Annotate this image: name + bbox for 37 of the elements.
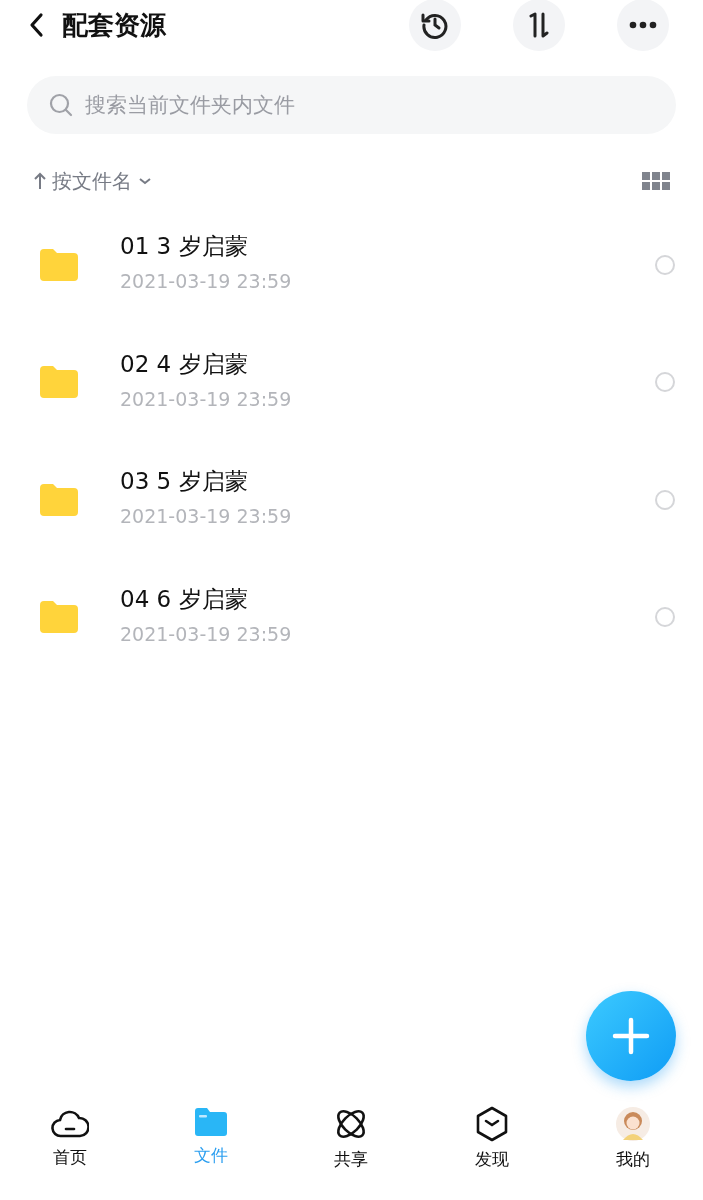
arrow-up-icon [34, 171, 46, 191]
folder-name: 03 5 岁启蒙 [120, 467, 249, 497]
history-button[interactable] [409, 0, 461, 51]
folder-icon [40, 483, 78, 516]
folder-name: 01 3 岁启蒙 [120, 232, 249, 262]
folder-icon [192, 1106, 229, 1138]
folder-name: 04 6 岁启蒙 [120, 584, 249, 614]
select-radio[interactable] [655, 489, 675, 510]
select-radio[interactable] [655, 607, 675, 628]
nav-tab[interactable]: 我的 [587, 1106, 678, 1190]
add-button[interactable] [586, 991, 676, 1081]
folder-date: 2021-03-19 23:59 [120, 387, 293, 410]
back-button[interactable] [28, 12, 44, 38]
sort-by-name-button[interactable]: 按文件名 [34, 167, 152, 195]
folder-date: 2021-03-19 23:59 [120, 622, 293, 645]
grid-view-button[interactable] [642, 172, 670, 190]
more-icon [629, 21, 657, 29]
folder-date: 2021-03-19 23:59 [120, 505, 293, 528]
folder-date: 2021-03-19 23:59 [120, 270, 293, 293]
nav-tab[interactable]: 首页 [25, 1106, 116, 1190]
hexagon-icon [475, 1106, 510, 1142]
folder-name: 02 4 岁启蒙 [120, 349, 249, 379]
avatar-icon [614, 1106, 651, 1142]
nav-tab[interactable]: 共享 [306, 1106, 397, 1190]
search-field[interactable]: 搜索当前文件夹内文件 [27, 76, 676, 134]
page-title: 配套资源 [62, 8, 167, 42]
sort-button[interactable] [513, 0, 565, 51]
select-radio[interactable] [655, 254, 675, 275]
select-radio[interactable] [655, 372, 675, 393]
nav-tab[interactable]: 发现 [447, 1106, 538, 1190]
folder-icon [40, 248, 78, 281]
plus-icon [611, 1016, 651, 1056]
folder-icon [40, 366, 78, 399]
folder-icon [40, 601, 78, 634]
chevron-down-icon [138, 176, 152, 186]
more-button[interactable] [617, 0, 669, 51]
search-icon [49, 93, 73, 117]
